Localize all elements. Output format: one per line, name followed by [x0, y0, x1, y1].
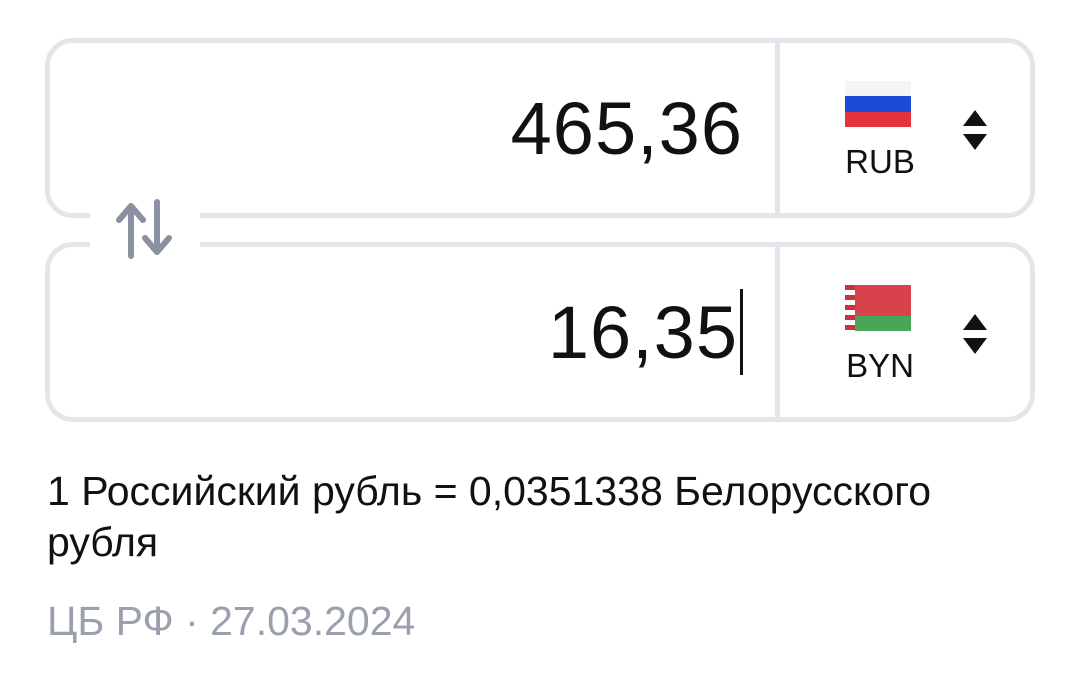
to-currency-selector[interactable]: BYN	[780, 247, 1030, 417]
from-currency-code: RUB	[845, 143, 915, 180]
from-currency-selector[interactable]: RUB	[780, 43, 1030, 213]
rate-source: ЦБ РФ · 27.03.2024	[47, 598, 416, 644]
text-cursor	[740, 289, 743, 375]
from-amount-value: 465,36	[510, 86, 743, 170]
belarus-flag-icon	[845, 285, 911, 331]
exchange-rate-text: 1 Российский рубль = 0,0351338 Белорусск…	[47, 468, 932, 565]
to-currency-code: BYN	[846, 347, 914, 384]
from-amount-input[interactable]: 465,36	[50, 43, 775, 213]
to-currency-row: 16,35 BYN	[45, 242, 1035, 422]
to-amount-value: 16,35	[547, 290, 738, 374]
swap-arrows-icon	[116, 199, 172, 259]
russia-flag-icon	[845, 81, 911, 127]
sort-arrows-icon	[963, 314, 987, 354]
from-currency-row: 465,36 RUB	[45, 38, 1035, 218]
to-amount-input[interactable]: 16,35	[50, 247, 775, 417]
swap-currencies-button[interactable]	[112, 196, 176, 262]
sort-arrows-icon	[963, 110, 987, 150]
currency-converter-page: 465,36 RUB 16,35 BYN 1 Российский рубль …	[0, 0, 1080, 688]
